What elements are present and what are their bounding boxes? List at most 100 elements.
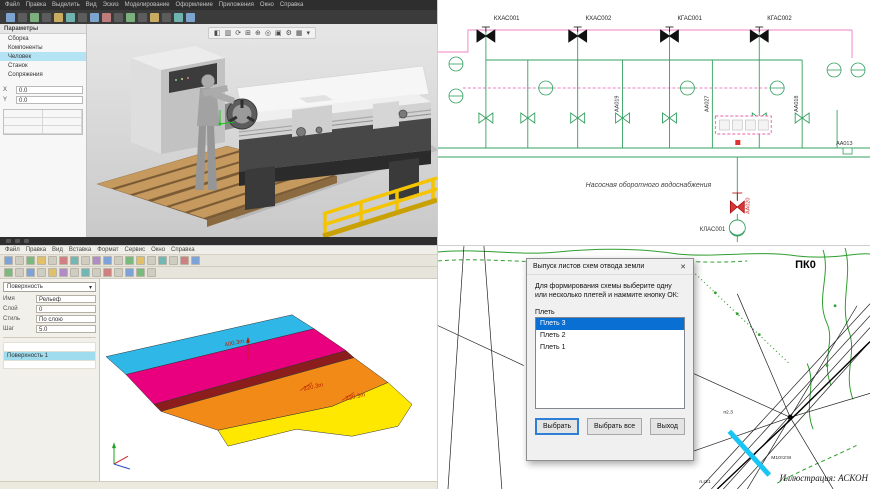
tree-item[interactable]: Сборка bbox=[0, 34, 86, 43]
toolbar-icon[interactable] bbox=[147, 256, 156, 265]
menu-item[interactable]: Файл bbox=[5, 2, 20, 8]
ribbon-icon[interactable] bbox=[114, 13, 123, 22]
toolbar-icon[interactable] bbox=[81, 268, 90, 277]
menu-item[interactable]: Формат bbox=[97, 247, 118, 253]
toolbar-icon[interactable] bbox=[70, 256, 79, 265]
toolbar-icon[interactable] bbox=[70, 268, 79, 277]
list-item-selected[interactable]: Поверхность 1 bbox=[3, 351, 96, 360]
toolbar-icon[interactable] bbox=[26, 256, 35, 265]
toolbar-icon[interactable] bbox=[103, 256, 112, 265]
prop-input[interactable]: 0 bbox=[36, 305, 96, 313]
ribbon-icon[interactable] bbox=[42, 13, 51, 22]
ribbon-icon[interactable] bbox=[138, 13, 147, 22]
toolbar-icon[interactable] bbox=[59, 256, 68, 265]
list-item[interactable]: Плеть 1 bbox=[536, 342, 684, 354]
field-input[interactable]: 0.0 bbox=[16, 96, 83, 104]
ribbon-icon[interactable] bbox=[6, 13, 15, 22]
toolbar-icon[interactable] bbox=[48, 268, 57, 277]
ribbon-icon[interactable] bbox=[174, 13, 183, 22]
list-item[interactable] bbox=[3, 360, 96, 369]
toolbar-icon[interactable] bbox=[158, 256, 167, 265]
menu-item[interactable]: Выделить bbox=[52, 2, 80, 8]
ribbon-icon[interactable] bbox=[150, 13, 159, 22]
ribbon-icon[interactable] bbox=[54, 13, 63, 22]
exit-button[interactable]: Выход bbox=[650, 418, 685, 435]
ribbon-icon[interactable] bbox=[66, 13, 75, 22]
right-component[interactable]: АА013 bbox=[836, 141, 852, 154]
pid-svg[interactable]: КХАС001 КХАС002 КГАС001 КГАС002 АА019 АА… bbox=[438, 0, 870, 245]
toolbar-icon[interactable] bbox=[114, 256, 123, 265]
dialog-titlebar[interactable]: Выпуск листов схем отвода земли ✕ bbox=[527, 259, 693, 275]
toolbar-icon[interactable] bbox=[81, 256, 90, 265]
ribbon-icon[interactable] bbox=[162, 13, 171, 22]
ribbon-icon[interactable] bbox=[126, 13, 135, 22]
toolbar-icon[interactable] bbox=[26, 268, 35, 277]
toolbar-icon[interactable] bbox=[136, 268, 145, 277]
toolbar-icon[interactable] bbox=[191, 256, 200, 265]
menu-item[interactable]: Правка bbox=[26, 247, 46, 253]
ribbon-icon[interactable] bbox=[30, 13, 39, 22]
menu-item[interactable]: Справка bbox=[171, 247, 195, 253]
plet-listbox[interactable]: Плеть 3 Плеть 2 Плеть 1 bbox=[535, 317, 685, 409]
menu-item[interactable]: Эскиз bbox=[103, 2, 119, 8]
terrain-surface[interactable] bbox=[106, 315, 412, 446]
toolbar-icon[interactable] bbox=[48, 256, 57, 265]
view-tool-icon[interactable]: ⊞ bbox=[245, 29, 251, 37]
prop-input[interactable]: 5.0 bbox=[36, 325, 96, 333]
list-item-selected[interactable]: Плеть 3 bbox=[536, 318, 684, 330]
tree-item[interactable]: Сопряжения bbox=[0, 70, 86, 79]
ribbon-icon[interactable] bbox=[102, 13, 111, 22]
object-combo[interactable]: Поверхность▾ bbox=[3, 282, 96, 292]
toolbar-icon[interactable] bbox=[169, 256, 178, 265]
view-tool-icon[interactable]: ⟳ bbox=[235, 29, 241, 37]
toolbar-icon[interactable] bbox=[136, 256, 145, 265]
pump-symbol[interactable] bbox=[729, 220, 745, 236]
prop-input[interactable]: По слою bbox=[36, 315, 96, 323]
toolbar-icon[interactable] bbox=[180, 256, 189, 265]
toolbar-icon[interactable] bbox=[147, 268, 156, 277]
field-input[interactable]: 0.0 bbox=[16, 86, 83, 94]
close-icon[interactable]: ✕ bbox=[675, 260, 691, 273]
view-tool-icon[interactable]: ◧ bbox=[214, 29, 221, 37]
toolbar-icon[interactable] bbox=[4, 256, 13, 265]
view-tool-icon[interactable]: ▥ bbox=[225, 29, 232, 37]
toolbar-icon[interactable] bbox=[15, 268, 24, 277]
ribbon-icon[interactable] bbox=[186, 13, 195, 22]
list-item[interactable] bbox=[3, 342, 96, 351]
menu-item[interactable]: Окно bbox=[260, 2, 274, 8]
view-tool-icon[interactable]: ▦ bbox=[296, 29, 303, 37]
menu-item[interactable]: Сервис bbox=[125, 247, 146, 253]
menu-item[interactable]: Приложения bbox=[219, 2, 254, 8]
toolbar-icon[interactable] bbox=[103, 268, 112, 277]
parameters-mini-table[interactable] bbox=[3, 109, 83, 135]
ribbon-icon[interactable] bbox=[78, 13, 87, 22]
menu-item[interactable]: Вид bbox=[52, 247, 63, 253]
toolbar-icon[interactable] bbox=[15, 256, 24, 265]
select-button[interactable]: Выбрать bbox=[535, 418, 579, 435]
toolbar-icon[interactable] bbox=[59, 268, 68, 277]
menu-item[interactable]: Правка bbox=[26, 2, 46, 8]
view-tool-icon[interactable]: ▣ bbox=[275, 29, 282, 37]
selected-segment[interactable] bbox=[729, 431, 769, 475]
drain-branch[interactable]: АА020 КЛАС001 bbox=[700, 193, 752, 236]
toolbar-icon[interactable] bbox=[37, 256, 46, 265]
tree-item-selected[interactable]: Человек bbox=[0, 52, 86, 61]
instrument-bubbles[interactable] bbox=[449, 57, 865, 103]
list-item[interactable]: Плеть 2 bbox=[536, 330, 684, 342]
toolbar-icon[interactable] bbox=[92, 256, 101, 265]
tree-item[interactable]: Станок bbox=[0, 61, 86, 70]
viewport-3d[interactable]: ◧ ▥ ⟳ ⊞ ⊕ ◎ ▣ ⚙ ▦ ▾ bbox=[87, 24, 437, 237]
menu-item[interactable]: Окно bbox=[151, 247, 165, 253]
control-valves[interactable]: КХАС001 КХАС002 КГАС001 КГАС002 bbox=[477, 16, 792, 42]
ribbon-icon[interactable] bbox=[90, 13, 99, 22]
view-tool-icon[interactable]: ◎ bbox=[265, 29, 271, 37]
view-tool-icon[interactable]: ⚙ bbox=[286, 29, 292, 37]
menu-item[interactable]: Оформление bbox=[176, 2, 213, 8]
menu-item[interactable]: Файл bbox=[5, 247, 20, 253]
prop-input[interactable]: Рельеф bbox=[36, 295, 96, 303]
menu-item[interactable]: Моделирование bbox=[125, 2, 170, 8]
toolbar-icon[interactable] bbox=[114, 268, 123, 277]
select-all-button[interactable]: Выбрать все bbox=[587, 418, 642, 435]
view-tool-icon[interactable]: ▾ bbox=[307, 29, 311, 37]
view-tool-icon[interactable]: ⊕ bbox=[255, 29, 261, 37]
